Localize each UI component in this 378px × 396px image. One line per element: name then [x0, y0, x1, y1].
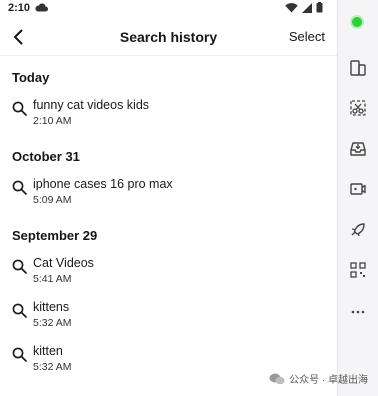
phone-swap-icon[interactable] [348, 58, 368, 78]
history-query: kitten [33, 344, 63, 358]
more-icon[interactable] [348, 302, 368, 322]
scissors-icon[interactable] [348, 98, 368, 118]
search-icon [12, 347, 27, 362]
select-button[interactable]: Select [289, 29, 325, 44]
section-title-september-29: September 29 [12, 228, 98, 243]
status-dot [350, 15, 364, 29]
history-item[interactable]: funny cat videos kids 2:10 AM [10, 98, 330, 132]
header: Search history Select [0, 18, 337, 56]
search-icon [12, 303, 27, 318]
search-icon [12, 259, 27, 274]
wechat-logo-icon [269, 373, 285, 384]
history-query: iphone cases 16 pro max [33, 177, 173, 191]
battery-icon [316, 2, 323, 13]
status-icons [285, 2, 323, 13]
section-title-october-31: October 31 [12, 149, 80, 164]
history-item[interactable]: iphone cases 16 pro max 5:09 AM [10, 177, 330, 211]
qr-scan-icon[interactable] [348, 260, 368, 280]
status-bar: 2:10 [0, 0, 337, 18]
search-icon [12, 101, 27, 116]
side-toolbar [337, 0, 378, 396]
watermark-text: 公众号 · 卓越出海 [289, 375, 368, 386]
search-icon [12, 180, 27, 195]
history-query: funny cat videos kids [33, 98, 150, 112]
video-icon[interactable] [348, 179, 368, 199]
history-time: 5:32 AM [33, 361, 72, 373]
rocket-icon[interactable] [348, 220, 368, 240]
history-time: 5:09 AM [33, 194, 72, 206]
page-title: Search history [119, 29, 218, 45]
history-item[interactable]: kittens 5:32 AM [10, 300, 330, 334]
cloud-icon [35, 3, 48, 12]
signal-icon [302, 2, 312, 13]
history-time: 2:10 AM [33, 115, 72, 127]
history-time: 5:41 AM [33, 273, 72, 285]
watermark: 公众号 · 卓越出海 [269, 371, 368, 386]
history-query: Cat Videos [33, 256, 94, 270]
phone-screen: 2:10 Search history Select Today funny c… [0, 0, 337, 396]
section-title-today: Today [12, 70, 50, 85]
wifi-icon [285, 2, 298, 13]
status-time: 2:10 [8, 2, 31, 14]
inbox-icon[interactable] [348, 139, 368, 159]
history-query: kittens [33, 300, 70, 314]
history-item[interactable]: Cat Videos 5:41 AM [10, 256, 330, 290]
history-time: 5:32 AM [33, 317, 72, 329]
